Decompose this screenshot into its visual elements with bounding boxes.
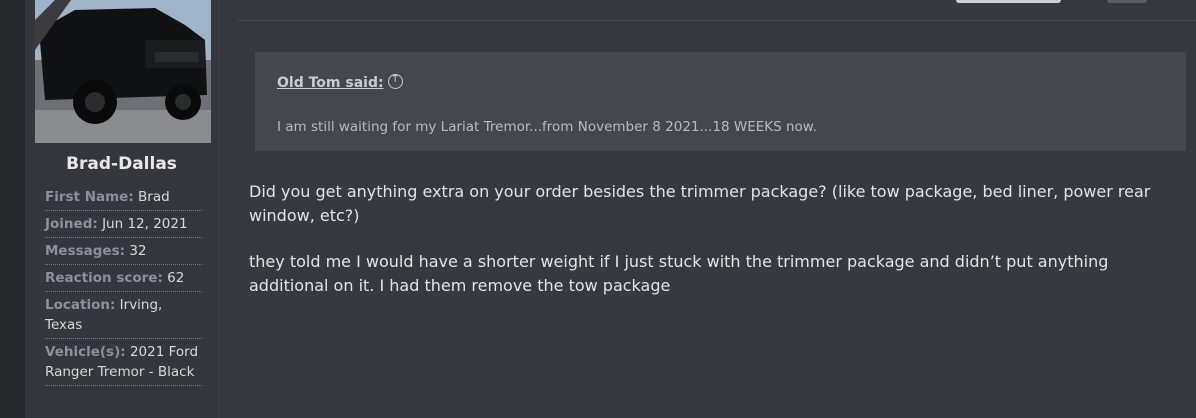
post-header-bar xyxy=(237,0,1196,21)
info-label: First Name: xyxy=(45,189,134,205)
info-messages: Messages: 32 xyxy=(45,238,202,265)
username[interactable]: Brad-Dallas xyxy=(25,154,218,174)
info-label: Joined: xyxy=(45,216,98,232)
post-paragraph: Did you get anything extra on your order… xyxy=(249,182,1151,225)
info-value: Brad xyxy=(138,189,170,205)
info-label: Vehicle(s): xyxy=(45,344,126,360)
truck-avatar-image xyxy=(35,0,211,143)
post-paragraph: they told me I would have a shorter weig… xyxy=(249,252,1109,295)
quote-author-link[interactable]: Old Tom said: xyxy=(277,72,403,91)
info-value: 62 xyxy=(167,270,185,286)
quote-block: Old Tom said: I am still waiting for my … xyxy=(255,52,1186,151)
info-label: Location: xyxy=(45,297,116,313)
user-info-list: First Name: Brad Joined: Jun 12, 2021 Me… xyxy=(45,184,202,386)
user-info-panel: Brad-Dallas First Name: Brad Joined: Jun… xyxy=(25,0,219,418)
info-vehicles: Vehicle(s): 2021 Ford Ranger Tremor - Bl… xyxy=(45,339,202,386)
info-joined: Joined: Jun 12, 2021 xyxy=(45,211,202,238)
info-first-name: First Name: Brad xyxy=(45,184,202,211)
post-body: Did you get anything extra on your order… xyxy=(249,180,1179,320)
avatar[interactable] xyxy=(35,0,211,143)
header-button-secondary[interactable] xyxy=(1107,0,1147,3)
info-value: Jun 12, 2021 xyxy=(102,216,188,232)
info-reaction-score: Reaction score: 62 xyxy=(45,265,202,292)
info-location: Location: Irving, Texas xyxy=(45,292,202,339)
info-value: 32 xyxy=(129,243,147,259)
post-content: Old Tom said: I am still waiting for my … xyxy=(219,0,1196,418)
quote-author[interactable]: Old Tom said: xyxy=(277,75,384,91)
arrow-up-circle-icon[interactable] xyxy=(387,72,403,89)
left-margin xyxy=(0,0,25,418)
info-label: Messages: xyxy=(45,243,126,259)
info-label: Reaction score: xyxy=(45,270,163,286)
quote-text: I am still waiting for my Lariat Tremor.… xyxy=(277,119,817,135)
header-button[interactable] xyxy=(956,0,1061,3)
